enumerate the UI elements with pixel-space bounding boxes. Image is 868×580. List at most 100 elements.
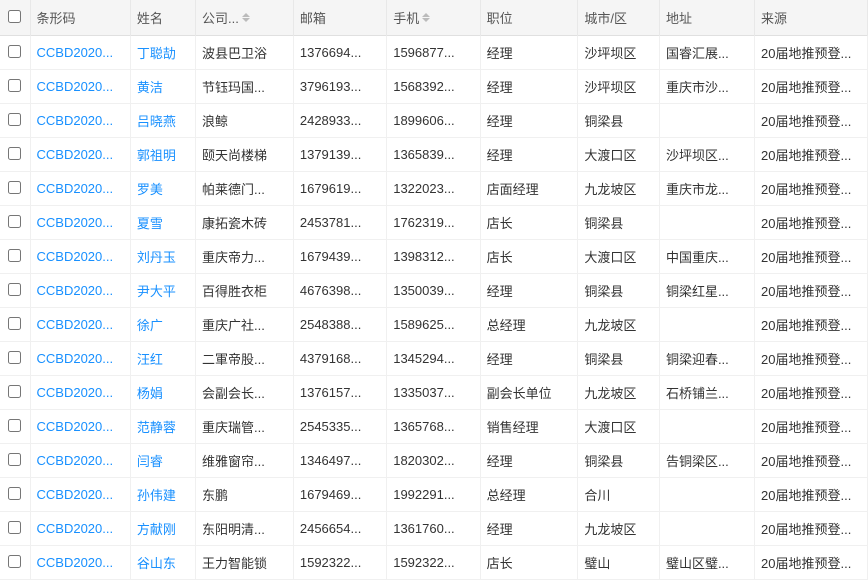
row-barcode[interactable]: CCBD2020... xyxy=(30,172,130,206)
row-checkbox-cell[interactable] xyxy=(0,546,30,580)
row-name[interactable]: 刘丹玉 xyxy=(130,240,195,274)
row-checkbox[interactable] xyxy=(8,283,21,296)
row-address: 沙坪坝区... xyxy=(659,138,754,172)
row-barcode[interactable]: CCBD2020... xyxy=(30,138,130,172)
row-barcode[interactable]: CCBD2020... xyxy=(30,274,130,308)
row-email: 2545335... xyxy=(293,410,386,444)
table-row: CCBD2020...吕晓燕浪鲸2428933...1899606...经理铜梁… xyxy=(0,104,868,138)
row-barcode[interactable]: CCBD2020... xyxy=(30,376,130,410)
row-name[interactable]: 方献刚 xyxy=(130,512,195,546)
row-position: 店长 xyxy=(480,206,578,240)
row-name[interactable]: 郭祖明 xyxy=(130,138,195,172)
row-name[interactable]: 丁聪劼 xyxy=(130,36,195,70)
table-row: CCBD2020...刘丹玉重庆帝力...1679439...1398312..… xyxy=(0,240,868,274)
row-position: 经理 xyxy=(480,36,578,70)
row-barcode[interactable]: CCBD2020... xyxy=(30,104,130,138)
header-barcode: 条形码 xyxy=(30,0,130,36)
row-name[interactable]: 闫睿 xyxy=(130,444,195,478)
row-checkbox[interactable] xyxy=(8,181,21,194)
row-city: 沙坪坝区 xyxy=(578,36,660,70)
row-phone: 1596877... xyxy=(387,36,480,70)
row-checkbox-cell[interactable] xyxy=(0,410,30,444)
row-address: 国睿汇展... xyxy=(659,36,754,70)
row-address: 铜梁红星... xyxy=(659,274,754,308)
row-barcode[interactable]: CCBD2020... xyxy=(30,206,130,240)
row-name[interactable]: 汪红 xyxy=(130,342,195,376)
row-city: 铜梁县 xyxy=(578,274,660,308)
row-checkbox-cell[interactable] xyxy=(0,36,30,70)
row-checkbox[interactable] xyxy=(8,385,21,398)
row-checkbox[interactable] xyxy=(8,113,21,126)
row-checkbox-cell[interactable] xyxy=(0,138,30,172)
row-name[interactable]: 尹大平 xyxy=(130,274,195,308)
row-position: 副会长单位 xyxy=(480,376,578,410)
row-name[interactable]: 黄洁 xyxy=(130,70,195,104)
row-phone: 1365839... xyxy=(387,138,480,172)
header-company[interactable]: 公司... xyxy=(196,0,294,36)
row-checkbox[interactable] xyxy=(8,521,21,534)
row-name[interactable]: 徐广 xyxy=(130,308,195,342)
row-checkbox-cell[interactable] xyxy=(0,342,30,376)
row-barcode[interactable]: CCBD2020... xyxy=(30,240,130,274)
row-barcode[interactable]: CCBD2020... xyxy=(30,342,130,376)
row-checkbox[interactable] xyxy=(8,45,21,58)
row-checkbox-cell[interactable] xyxy=(0,70,30,104)
row-checkbox-cell[interactable] xyxy=(0,240,30,274)
row-address xyxy=(659,410,754,444)
row-name[interactable]: 孙伟建 xyxy=(130,478,195,512)
row-name[interactable]: 罗美 xyxy=(130,172,195,206)
row-name[interactable]: 谷山东 xyxy=(130,546,195,580)
row-checkbox[interactable] xyxy=(8,79,21,92)
row-checkbox-cell[interactable] xyxy=(0,512,30,546)
row-checkbox-cell[interactable] xyxy=(0,376,30,410)
row-checkbox-cell[interactable] xyxy=(0,172,30,206)
row-checkbox-cell[interactable] xyxy=(0,478,30,512)
table-row: CCBD2020...方献刚东阳明清...2456654...1361760..… xyxy=(0,512,868,546)
header-checkbox[interactable] xyxy=(0,0,30,36)
row-city: 九龙坡区 xyxy=(578,308,660,342)
row-company: 康拓瓷木砖 xyxy=(196,206,294,240)
row-source: 20届地推预登... xyxy=(755,138,868,172)
row-checkbox[interactable] xyxy=(8,215,21,228)
row-address xyxy=(659,104,754,138)
row-barcode[interactable]: CCBD2020... xyxy=(30,546,130,580)
row-checkbox-cell[interactable] xyxy=(0,308,30,342)
row-checkbox[interactable] xyxy=(8,317,21,330)
row-email: 2453781... xyxy=(293,206,386,240)
row-barcode[interactable]: CCBD2020... xyxy=(30,478,130,512)
row-name[interactable]: 范静蓉 xyxy=(130,410,195,444)
row-name[interactable]: 吕晓燕 xyxy=(130,104,195,138)
row-checkbox[interactable] xyxy=(8,147,21,160)
row-checkbox-cell[interactable] xyxy=(0,104,30,138)
row-barcode[interactable]: CCBD2020... xyxy=(30,410,130,444)
row-checkbox-cell[interactable] xyxy=(0,274,30,308)
row-checkbox[interactable] xyxy=(8,419,21,432)
row-position: 经理 xyxy=(480,274,578,308)
row-email: 1346497... xyxy=(293,444,386,478)
row-checkbox-cell[interactable] xyxy=(0,444,30,478)
row-barcode[interactable]: CCBD2020... xyxy=(30,308,130,342)
row-email: 1376157... xyxy=(293,376,386,410)
row-address xyxy=(659,206,754,240)
row-checkbox[interactable] xyxy=(8,249,21,262)
row-name[interactable]: 杨娟 xyxy=(130,376,195,410)
row-checkbox[interactable] xyxy=(8,555,21,568)
row-phone: 1365768... xyxy=(387,410,480,444)
header-phone[interactable]: 手机 xyxy=(387,0,480,36)
phone-sort-icon xyxy=(422,13,430,22)
row-position: 经理 xyxy=(480,342,578,376)
row-barcode[interactable]: CCBD2020... xyxy=(30,36,130,70)
row-checkbox[interactable] xyxy=(8,351,21,364)
row-source: 20届地推预登... xyxy=(755,376,868,410)
row-checkbox[interactable] xyxy=(8,487,21,500)
row-barcode[interactable]: CCBD2020... xyxy=(30,512,130,546)
row-barcode[interactable]: CCBD2020... xyxy=(30,444,130,478)
row-address: 告铜梁区... xyxy=(659,444,754,478)
row-checkbox-cell[interactable] xyxy=(0,206,30,240)
row-barcode[interactable]: CCBD2020... xyxy=(30,70,130,104)
row-checkbox[interactable] xyxy=(8,453,21,466)
select-all-checkbox[interactable] xyxy=(8,10,21,23)
row-source: 20届地推预登... xyxy=(755,36,868,70)
header-source: 来源 xyxy=(755,0,868,36)
row-name[interactable]: 夏雪 xyxy=(130,206,195,240)
